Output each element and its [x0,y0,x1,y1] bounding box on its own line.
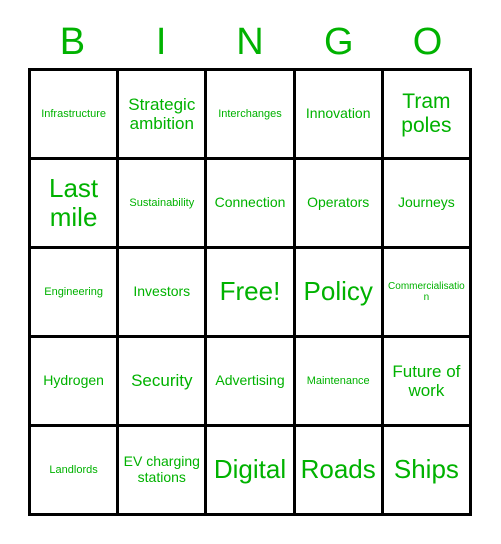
bingo-cell-label: Innovation [305,105,371,122]
bingo-header-row: B I N G O [28,18,472,66]
bingo-cell[interactable]: Last mile [31,160,120,249]
bingo-header-letter-g: G [324,21,354,63]
bingo-cell-label: Connection [214,194,286,211]
bingo-cell-label: Engineering [44,285,103,298]
bingo-cell-label: Policy [303,276,373,307]
bingo-cell-label: Future of work [392,361,461,400]
bingo-cell[interactable]: Sustainability [119,160,208,249]
bingo-cell[interactable]: Roads [295,427,384,516]
bingo-cell-label: Infrastructure [41,107,106,120]
bingo-cell-label: Tram poles [401,90,452,137]
bingo-cell-label: Interchanges [218,107,282,120]
bingo-cell[interactable]: Digital [207,427,296,516]
bingo-cell[interactable]: Landlords [31,427,120,516]
bingo-cell[interactable]: Advertising [207,338,296,427]
bingo-cell-label: Last mile [49,172,99,232]
bingo-cell[interactable]: Operators [295,160,384,249]
bingo-header-letter-o: O [412,21,443,63]
bingo-cell[interactable]: Security [119,338,208,427]
bingo-cell-label: Commercialisation [388,280,465,303]
bingo-cell-label: Journeys [397,194,455,211]
bingo-cell-label: Digital [213,454,287,485]
bingo-cell[interactable]: Innovation [295,71,384,160]
bingo-cell-label: Sustainability [129,196,195,209]
bingo-cell[interactable]: Strategic ambition [119,71,208,160]
bingo-cell[interactable]: Infrastructure [31,71,120,160]
bingo-cell-free[interactable]: Free! [207,249,296,338]
bingo-header-letter-i: I [155,21,167,63]
bingo-cell[interactable]: Ships [383,427,472,516]
bingo-card: B I N G O Infrastructure Strategic ambit… [0,0,501,544]
bingo-cell-label: Operators [307,194,370,211]
bingo-cell-label: Landlords [49,463,98,476]
bingo-header-letter-b: B [59,21,86,63]
bingo-cell-label: Roads [300,454,376,485]
bingo-cell[interactable]: Engineering [31,249,120,338]
bingo-cell[interactable]: Journeys [383,160,472,249]
bingo-cell[interactable]: Hydrogen [31,338,120,427]
bingo-cell[interactable]: Connection [207,160,296,249]
bingo-cell[interactable]: Commercialisation [383,249,472,338]
bingo-cell[interactable]: Policy [295,249,384,338]
bingo-cell-label: Hydrogen [43,372,104,389]
bingo-cell[interactable]: Tram poles [383,71,472,160]
bingo-cell[interactable]: Investors [119,249,208,338]
bingo-cell-label: Investors [133,283,191,300]
bingo-cell-label: Ships [393,454,459,485]
bingo-cell-label: Strategic ambition [128,94,196,133]
bingo-cell[interactable]: Future of work [383,338,472,427]
bingo-grid: Infrastructure Strategic ambition Interc… [28,68,472,516]
bingo-header-letter-n: N [236,21,264,63]
bingo-cell[interactable]: Maintenance [295,338,384,427]
bingo-cell-label: Security [131,371,193,391]
bingo-cell-label: Free! [219,276,281,307]
bingo-cell[interactable]: Interchanges [207,71,296,160]
bingo-cell-label: Maintenance [306,374,370,387]
bingo-cell[interactable]: EV charging stations [119,427,208,516]
bingo-cell-label: EV charging stations [123,453,200,485]
bingo-cell-label: Advertising [215,372,285,389]
